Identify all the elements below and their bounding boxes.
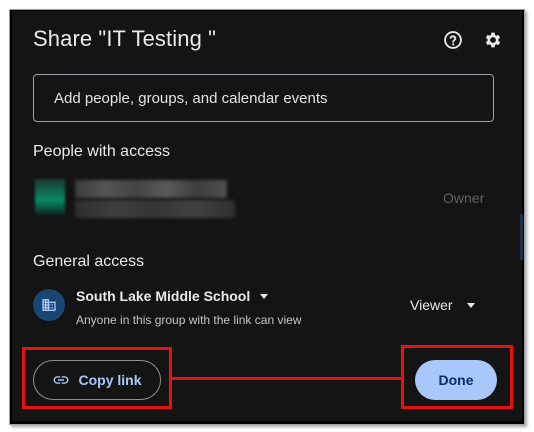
- gear-icon[interactable]: [482, 29, 504, 51]
- highlight-box-copy-link: [22, 347, 172, 409]
- chevron-down-icon: [260, 293, 269, 299]
- building-icon: [33, 289, 65, 321]
- general-access-description: Anyone in this group with the link can v…: [76, 313, 302, 327]
- highlight-box-done: [401, 345, 513, 409]
- avatar: [35, 179, 65, 217]
- redacted-name: [75, 180, 227, 198]
- redacted-email: [75, 200, 235, 218]
- highlight-connector-line: [172, 377, 401, 380]
- owner-role-label: Owner: [443, 190, 485, 206]
- dialog-title: Share "IT Testing ": [33, 26, 217, 51]
- chevron-down-icon: [466, 302, 475, 308]
- group-name-label: South Lake Middle School: [76, 288, 251, 304]
- general-access-heading: General access: [33, 253, 145, 270]
- help-circle-icon[interactable]: [442, 29, 464, 51]
- add-people-input[interactable]: Add people, groups, and calendar events: [33, 74, 494, 122]
- role-label: Viewer: [410, 297, 453, 313]
- scroll-indicator: [520, 214, 523, 260]
- add-people-placeholder: Add people, groups, and calendar events: [54, 89, 328, 107]
- people-with-access-heading: People with access: [33, 143, 170, 160]
- role-dropdown[interactable]: Viewer: [410, 297, 475, 313]
- general-access-scope-dropdown[interactable]: South Lake Middle School: [76, 288, 269, 304]
